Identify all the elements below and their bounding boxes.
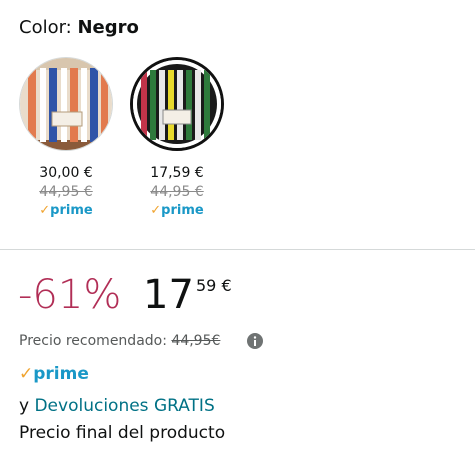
swatch-1-price: 30,00 €	[39, 165, 93, 181]
swatch-option-1[interactable]	[19, 57, 113, 151]
recommended-price-value: 44,95€	[171, 333, 221, 349]
color-label: Color:	[19, 17, 78, 38]
swatch-light-stripes-icon	[20, 58, 112, 150]
swatch-2-price: 17,59 €	[150, 165, 204, 181]
free-returns-link[interactable]: Devoluciones GRATIS	[34, 396, 214, 416]
returns-line: y Devoluciones GRATIS	[19, 396, 215, 416]
prime-label: prime	[161, 203, 204, 218]
swatch-2-prime-badge: ✓prime	[121, 203, 233, 219]
returns-prefix: y	[19, 396, 35, 416]
color-selection-label: Color: Negro	[19, 17, 139, 39]
recommended-price: Precio recomendado: 44,95€	[19, 332, 220, 350]
prime-check-icon: ✓	[150, 203, 162, 218]
swatch-1-prime-badge: ✓prime	[10, 203, 122, 219]
final-price-note: Precio final del producto	[19, 423, 226, 443]
discount-percentage: -61%	[18, 272, 122, 318]
info-icon[interactable]	[247, 333, 263, 349]
prime-badge: ✓prime	[19, 364, 89, 384]
price-fraction: 59 €	[196, 276, 232, 295]
swatch-1-old-price: 44,95 €	[39, 184, 93, 200]
section-divider	[0, 249, 475, 250]
swatch-option-2[interactable]	[130, 57, 224, 151]
color-value: Negro	[77, 17, 139, 38]
prime-check-icon: ✓	[19, 364, 34, 384]
price-whole: 17	[143, 272, 194, 318]
swatch-black-stripes-icon	[133, 60, 221, 148]
prime-check-icon: ✓	[39, 203, 51, 218]
recommended-price-label: Precio recomendado:	[19, 333, 172, 349]
swatch-2-old-price: 44,95 €	[150, 184, 204, 200]
prime-label: prime	[33, 364, 89, 384]
prime-label: prime	[50, 203, 93, 218]
